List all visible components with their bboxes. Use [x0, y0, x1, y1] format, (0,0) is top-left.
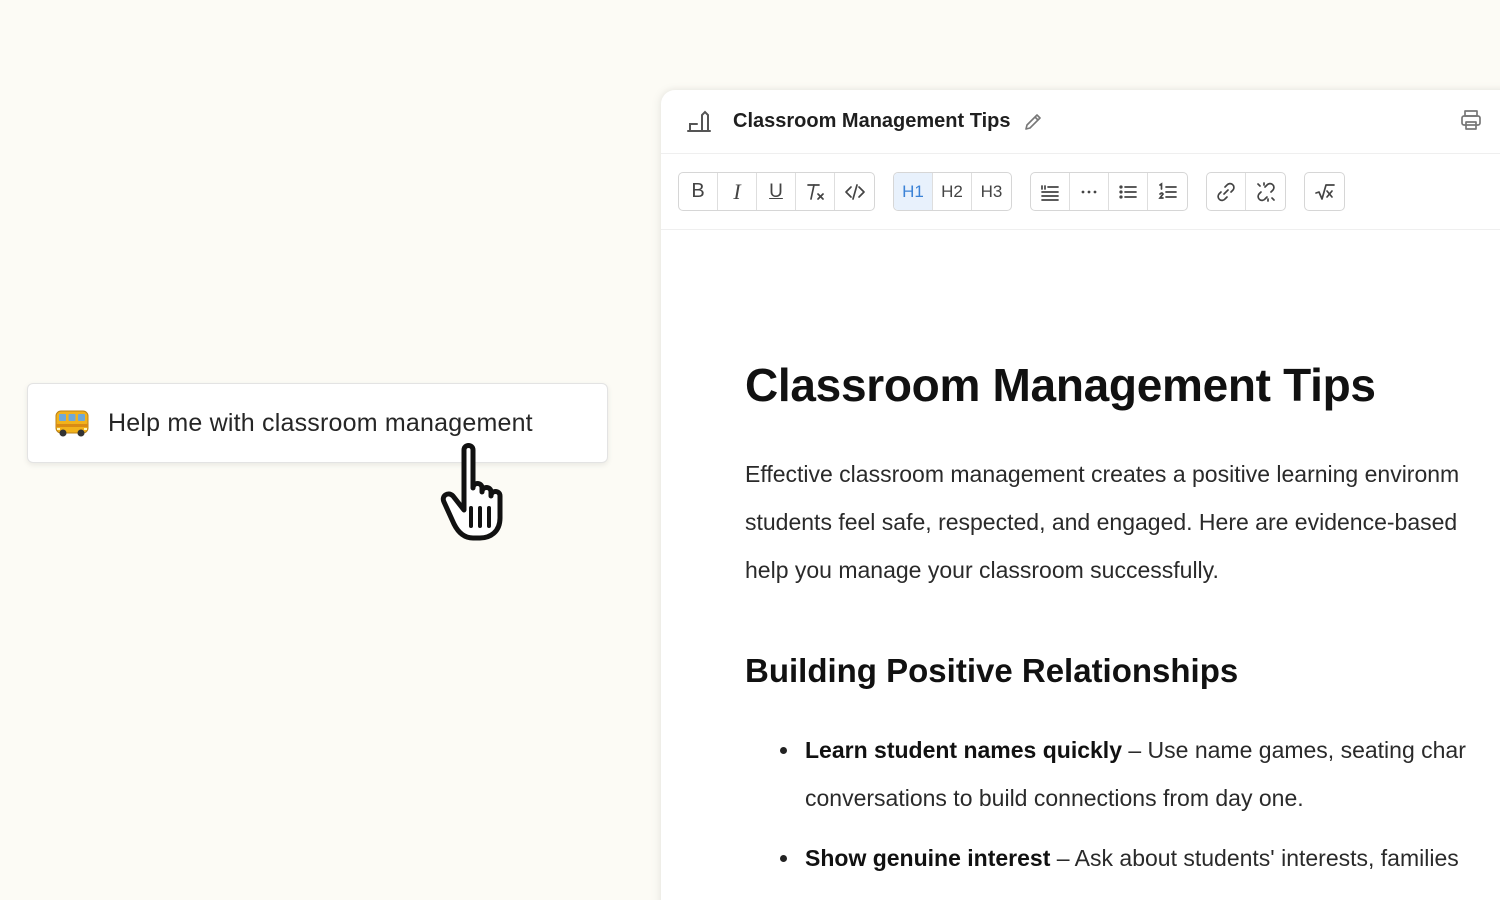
blockquote-button[interactable] [1031, 173, 1070, 210]
tips-list: Learn student names quickly – Use name g… [745, 726, 1500, 882]
italic-icon: I [733, 178, 741, 204]
document-editor: Classroom Management Tips B I U H1 H2 H3… [661, 90, 1500, 900]
unlink-button[interactable] [1246, 173, 1285, 210]
ellipsis-icon [1081, 190, 1097, 193]
h1-icon: H1 [902, 181, 924, 201]
text-format-group: B I U [678, 172, 875, 211]
intro-paragraph-line-2: students feel safe, respected, and engag… [745, 509, 1458, 535]
code-icon [844, 183, 865, 200]
heading-group: H1 H2 H3 [893, 172, 1012, 211]
bold-icon: B [691, 180, 705, 202]
list-item-title: Show genuine interest [805, 845, 1051, 871]
bullet-list-button[interactable] [1109, 173, 1148, 210]
heading-2-button[interactable]: H2 [933, 173, 972, 210]
hand-pointer-cursor-icon [440, 440, 540, 545]
document-header: Classroom Management Tips [661, 90, 1500, 154]
document-title[interactable]: Classroom Management Tips [733, 110, 1010, 133]
intro-paragraph-line-3: help you manage your classroom successfu… [745, 557, 1219, 583]
list-item-text: – Use name games, seating char [1121, 737, 1466, 763]
blockquote-icon [1041, 184, 1059, 201]
link-icon [1217, 182, 1235, 201]
link-button[interactable] [1207, 173, 1246, 210]
italic-button[interactable]: I [718, 173, 757, 210]
underline-button[interactable]: U [757, 173, 796, 210]
section-heading: Building Positive Relationships [745, 652, 1239, 689]
horizontal-rule-button[interactable] [1070, 173, 1109, 210]
ordered-list-icon [1157, 181, 1177, 199]
list-item: Show genuine interest – Ask about studen… [780, 834, 1500, 882]
pencil-icon[interactable] [1023, 112, 1043, 132]
unlink-icon [1256, 181, 1275, 202]
prompt-label: Help me with classroom management [108, 408, 533, 437]
math-button[interactable] [1305, 173, 1344, 210]
clear-format-icon [807, 183, 824, 200]
block-group [1030, 172, 1188, 211]
list-item: Learn student names quickly – Use name g… [780, 726, 1500, 822]
h3-icon: H3 [980, 181, 1003, 201]
bold-button[interactable]: B [679, 173, 718, 210]
list-item-title: Learn student names quickly [805, 737, 1122, 763]
h2-icon: H2 [941, 181, 963, 201]
link-group [1206, 172, 1286, 211]
printer-icon[interactable] [1459, 108, 1483, 132]
heading-3-button[interactable]: H3 [972, 173, 1011, 210]
formatting-toolbar: B I U H1 H2 H3 [661, 154, 1500, 230]
clear-format-button[interactable] [796, 173, 835, 210]
bullet-list-icon [1119, 184, 1137, 199]
bus-icon [54, 408, 90, 438]
heading-1-button[interactable]: H1 [894, 173, 933, 210]
document-heading: Classroom Management Tips [745, 359, 1376, 411]
document-icon [685, 109, 713, 135]
square-root-icon [1314, 183, 1335, 200]
code-button[interactable] [835, 173, 874, 210]
intro-paragraph-line-1: Effective classroom management creates a… [745, 461, 1460, 487]
document-content[interactable]: Classroom Management Tips Effective clas… [661, 230, 1500, 882]
list-item-text-cont: conversations to build connections from … [805, 785, 1304, 811]
underline-icon: U [769, 180, 783, 202]
math-group [1304, 172, 1345, 211]
list-item-text: – Ask about students' interests, familie… [1050, 845, 1459, 871]
ordered-list-button[interactable] [1148, 173, 1187, 210]
